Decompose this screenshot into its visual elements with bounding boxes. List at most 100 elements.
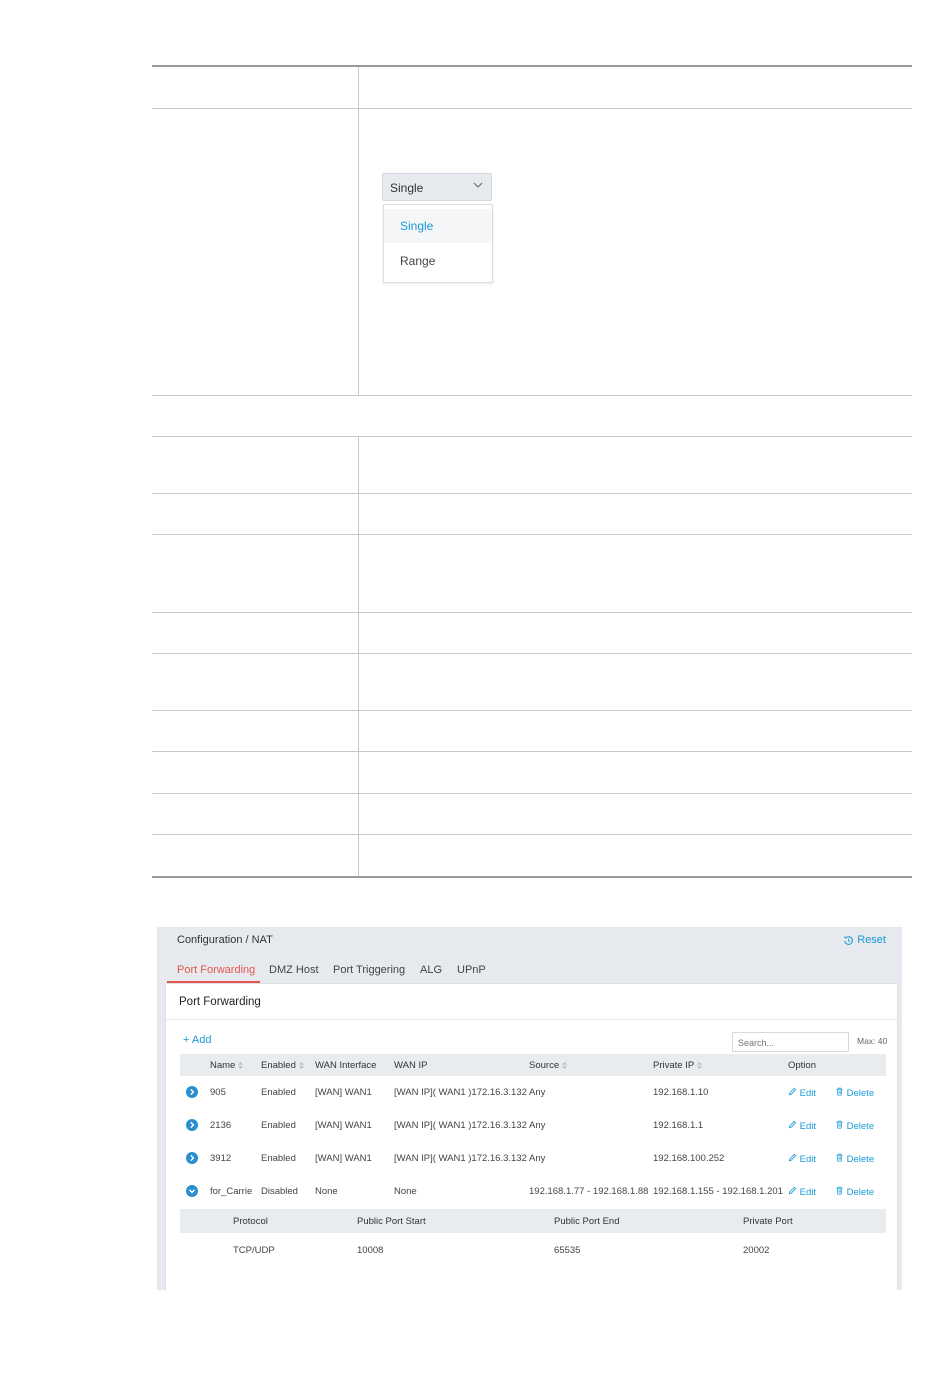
sort-icon bbox=[697, 1062, 703, 1069]
delete-button[interactable]: Delete bbox=[835, 1153, 874, 1165]
type-select[interactable]: Single bbox=[382, 173, 492, 201]
col-header-enabled[interactable]: Enabled bbox=[261, 1060, 304, 1071]
cell-wan-interface: [WAN] WAN1 bbox=[315, 1153, 372, 1164]
delete-button[interactable]: Delete bbox=[835, 1087, 874, 1099]
nat-tabs: Port Forwarding DMZ Host Port Triggering… bbox=[157, 957, 902, 983]
chevron-right-icon bbox=[190, 1121, 195, 1129]
trash-icon bbox=[836, 1120, 843, 1129]
max-entries-label: Max: 40 bbox=[857, 1036, 888, 1046]
cell-source: Any bbox=[529, 1153, 546, 1164]
edit-button[interactable]: Edit bbox=[788, 1153, 816, 1165]
pencil-icon bbox=[788, 1186, 797, 1195]
column-divider bbox=[358, 67, 359, 395]
cell-source: Any bbox=[529, 1087, 546, 1098]
trash-icon bbox=[836, 1087, 843, 1096]
detail-public-port-end: 65535 bbox=[554, 1245, 581, 1256]
table-divider bbox=[152, 653, 912, 654]
detail-col-public-port-end: Public Port End bbox=[554, 1216, 620, 1227]
table-divider bbox=[152, 751, 912, 752]
table-divider bbox=[152, 436, 912, 437]
cell-private-ip: 192.168.1.1 bbox=[653, 1120, 704, 1131]
cell-enabled: Enabled bbox=[261, 1120, 296, 1131]
cell-name: for_Carrie bbox=[210, 1186, 253, 1197]
detail-col-private-port: Private Port bbox=[743, 1216, 793, 1227]
table-row: 3912 Enabled [WAN] WAN1 [WAN IP]( WAN1 )… bbox=[180, 1142, 886, 1175]
col-header-option: Option bbox=[788, 1060, 816, 1071]
reset-label: Reset bbox=[857, 934, 886, 946]
sort-icon bbox=[562, 1062, 568, 1069]
tab-dmz-host[interactable]: DMZ Host bbox=[269, 964, 319, 976]
option-range[interactable]: Range bbox=[384, 244, 492, 278]
nat-config-screenshot: Configuration / NAT Reset Port Forwardin… bbox=[157, 927, 902, 1290]
table-divider bbox=[152, 395, 912, 396]
panel-title: Port Forwarding bbox=[179, 996, 261, 1008]
search-input[interactable] bbox=[733, 1034, 848, 1052]
table-bottom-border bbox=[152, 876, 912, 878]
type-select-menu: Single Range bbox=[383, 204, 493, 283]
pencil-icon bbox=[788, 1120, 797, 1129]
tab-port-triggering[interactable]: Port Triggering bbox=[333, 964, 405, 976]
chevron-down-icon bbox=[473, 182, 483, 188]
delete-button[interactable]: Delete bbox=[835, 1186, 874, 1198]
detail-private-port: 20002 bbox=[743, 1245, 770, 1256]
breadcrumb: Configuration / NAT bbox=[177, 934, 273, 946]
expand-row-button[interactable] bbox=[186, 1152, 198, 1164]
table-row: 2136 Enabled [WAN] WAN1 [WAN IP]( WAN1 )… bbox=[180, 1109, 886, 1142]
sort-icon bbox=[238, 1062, 244, 1069]
tab-upnp[interactable]: UPnP bbox=[457, 964, 486, 976]
tab-alg[interactable]: ALG bbox=[420, 964, 442, 976]
add-button[interactable]: + Add bbox=[183, 1034, 211, 1046]
detail-public-port-start: 10008 bbox=[357, 1245, 384, 1256]
detail-col-protocol: Protocol bbox=[233, 1216, 268, 1227]
col-header-wan-interface: WAN Interface bbox=[315, 1060, 377, 1071]
cell-wan-ip: None bbox=[394, 1186, 417, 1197]
panel-divider bbox=[166, 1019, 897, 1020]
cell-source: 192.168.1.77 - 192.168.1.88 bbox=[529, 1186, 649, 1197]
detail-table-row: TCP/UDP 10008 65535 20002 bbox=[180, 1235, 886, 1265]
search-box bbox=[732, 1032, 849, 1052]
pencil-icon bbox=[788, 1087, 797, 1096]
col-header-source[interactable]: Source bbox=[529, 1060, 568, 1071]
table-row: for_Carrie Disabled None None 192.168.1.… bbox=[180, 1175, 886, 1208]
cell-source: Any bbox=[529, 1120, 546, 1131]
cell-private-ip: 192.168.1.155 - 192.168.1.201 bbox=[653, 1186, 783, 1197]
cell-private-ip: 192.168.1.10 bbox=[653, 1087, 709, 1098]
cell-enabled: Enabled bbox=[261, 1153, 296, 1164]
edit-button[interactable]: Edit bbox=[788, 1120, 816, 1132]
detail-table-header: Protocol Public Port Start Public Port E… bbox=[180, 1209, 886, 1233]
cell-wan-interface: [WAN] WAN1 bbox=[315, 1120, 372, 1131]
col-header-private-ip[interactable]: Private IP bbox=[653, 1060, 703, 1071]
cell-wan-interface: None bbox=[315, 1186, 338, 1197]
cell-name: 905 bbox=[210, 1087, 226, 1098]
expand-row-button[interactable] bbox=[186, 1086, 198, 1098]
col-header-name[interactable]: Name bbox=[210, 1060, 244, 1071]
cell-private-ip: 192.168.100.252 bbox=[653, 1153, 725, 1164]
reset-button[interactable]: Reset bbox=[843, 934, 886, 946]
detail-protocol: TCP/UDP bbox=[233, 1245, 275, 1256]
table-row: 905 Enabled [WAN] WAN1 [WAN IP]( WAN1 )1… bbox=[180, 1076, 886, 1109]
table-divider bbox=[152, 612, 912, 613]
table-divider bbox=[152, 534, 912, 535]
column-divider bbox=[358, 436, 359, 876]
type-select-value: Single bbox=[390, 181, 424, 195]
table-header: Name Enabled WAN Interface WAN IP Source… bbox=[180, 1054, 886, 1076]
cell-wan-interface: [WAN] WAN1 bbox=[315, 1087, 372, 1098]
edit-button[interactable]: Edit bbox=[788, 1087, 816, 1099]
cell-name: 2136 bbox=[210, 1120, 232, 1131]
trash-icon bbox=[836, 1186, 843, 1195]
cell-wan-ip: [WAN IP]( WAN1 )172.16.3.132 bbox=[394, 1153, 527, 1164]
table-divider bbox=[152, 793, 912, 794]
table-divider bbox=[152, 493, 912, 494]
sort-icon bbox=[298, 1062, 304, 1069]
chevron-right-icon bbox=[190, 1154, 195, 1162]
expand-row-button[interactable] bbox=[186, 1119, 198, 1131]
parameter-table bbox=[152, 65, 912, 879]
option-single[interactable]: Single bbox=[384, 209, 492, 243]
table-top-border bbox=[152, 65, 912, 67]
edit-button[interactable]: Edit bbox=[788, 1186, 816, 1198]
collapse-row-button[interactable] bbox=[186, 1185, 198, 1197]
table-divider bbox=[152, 108, 912, 109]
tab-port-forwarding[interactable]: Port Forwarding bbox=[177, 964, 255, 976]
delete-button[interactable]: Delete bbox=[835, 1120, 874, 1132]
chevron-right-icon bbox=[190, 1088, 195, 1096]
